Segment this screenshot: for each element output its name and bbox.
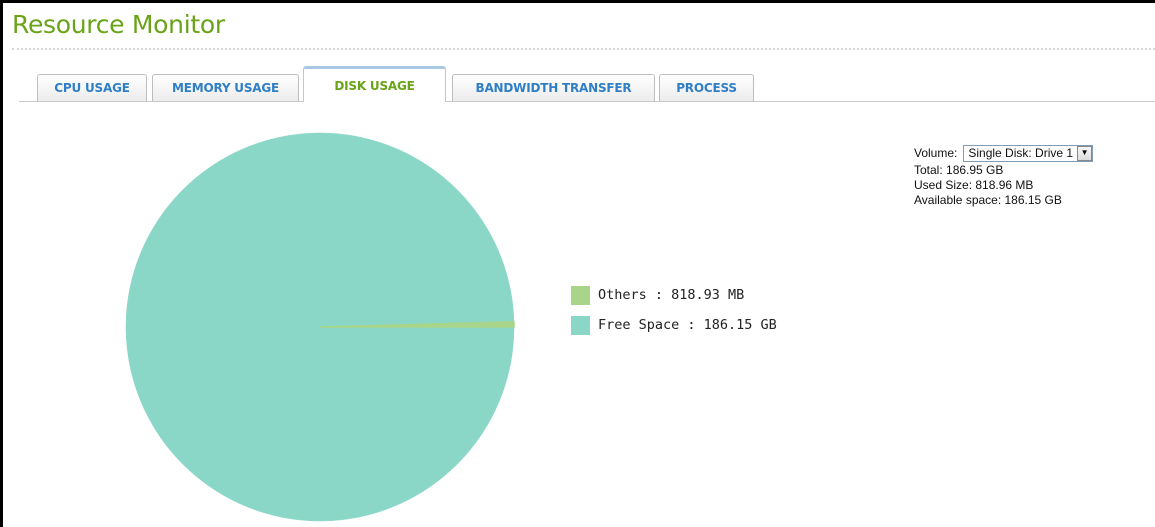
legend-swatch-others [571, 285, 590, 305]
volume-available-space: Available space: 186.15 GB [914, 193, 1062, 207]
volume-total: Total: 186.95 GB [914, 163, 1004, 177]
app-frame: Resource Monitor CPU USAGE MEMORY USAGE … [0, 0, 1155, 527]
volume-panel: Volume: Single Disk: Drive 1 ▼ Total: 18… [914, 143, 1154, 208]
tab-disk-usage[interactable]: DISK USAGE [303, 66, 446, 102]
legend-item-free-space: Free Space : 186.15 GB [571, 315, 871, 335]
tab-cpu-usage[interactable]: CPU USAGE [37, 74, 147, 101]
legend-item-others: Others : 818.93 MB [571, 285, 871, 305]
chevron-down-icon[interactable]: ▼ [1077, 145, 1093, 161]
volume-used-size: Used Size: 818.96 MB [914, 178, 1034, 192]
legend-swatch-free-space [571, 315, 590, 335]
tab-process[interactable]: PROCESS [659, 74, 754, 101]
volume-select-value: Single Disk: Drive 1 [968, 146, 1074, 160]
tab-memory-usage[interactable]: MEMORY USAGE [152, 74, 299, 101]
title-divider [12, 48, 1155, 50]
tab-baseline [19, 101, 1155, 102]
volume-label: Volume: [914, 146, 958, 160]
tab-bandwidth-transfer[interactable]: BANDWIDTH TRANSFER [452, 74, 655, 101]
legend-label-others: Others : 818.93 MB [598, 287, 745, 303]
legend-label-free-space: Free Space : 186.15 GB [598, 317, 777, 333]
app-title: Resource Monitor [12, 10, 225, 39]
volume-select[interactable]: Single Disk: Drive 1 ▼ [963, 144, 1094, 162]
